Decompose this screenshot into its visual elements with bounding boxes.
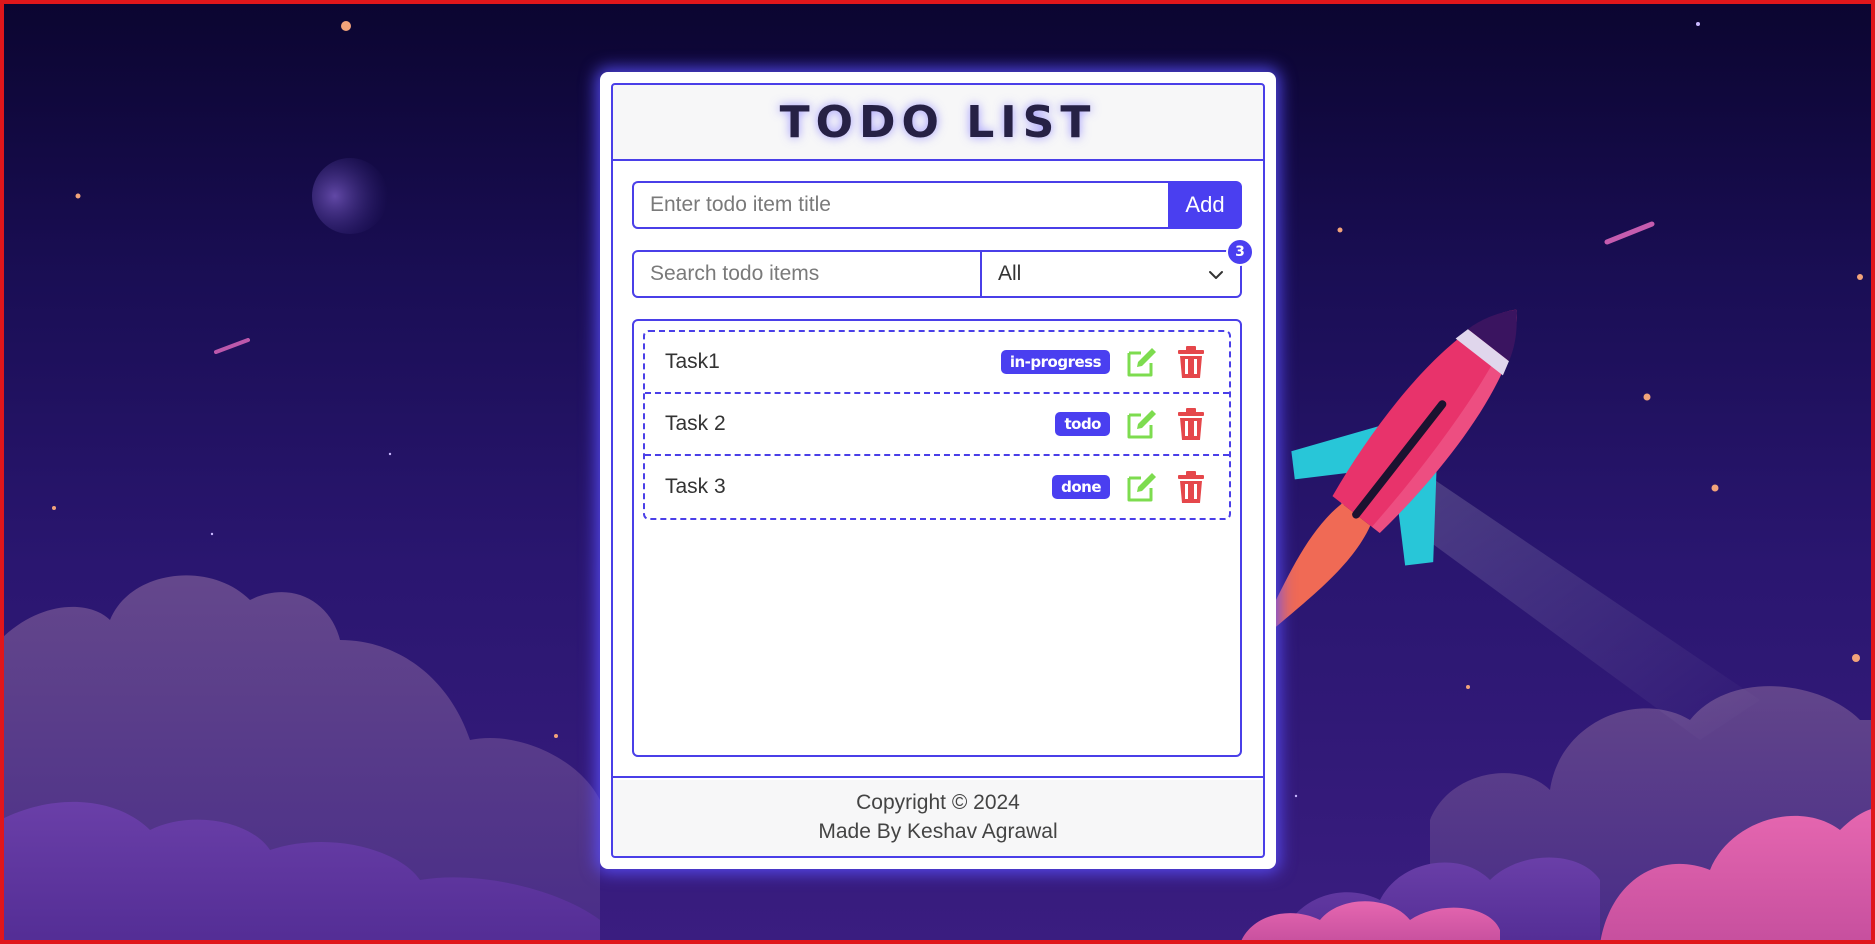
todo-item-title: Task 2 <box>665 412 726 435</box>
add-todo-form: Add <box>632 181 1242 229</box>
status-filter-value: All <box>998 262 1022 285</box>
trash-icon[interactable] <box>1173 469 1209 505</box>
todo-item-title: Task 3 <box>665 475 726 498</box>
todo-item: Task 2 todo <box>645 394 1229 456</box>
edit-icon[interactable] <box>1124 469 1160 505</box>
app-title: TODO LIST <box>779 96 1097 148</box>
todo-count-badge: 3 <box>1226 238 1254 266</box>
author-text: Made By Keshav Agrawal <box>818 820 1058 843</box>
todo-title-input[interactable] <box>632 181 1168 229</box>
todo-item: Task1 in-progress <box>645 332 1229 394</box>
trash-icon[interactable] <box>1173 344 1209 380</box>
todo-app-card: TODO LIST Add All 3 <box>600 72 1276 869</box>
copyright-text: Copyright © 2024 <box>856 791 1020 814</box>
filter-bar: All 3 <box>632 238 1254 298</box>
todo-app-container: TODO LIST Add All 3 <box>611 83 1265 858</box>
status-filter-select[interactable]: All <box>982 252 1240 296</box>
status-badge: todo <box>1055 412 1110 436</box>
todo-list: Task1 in-progress Task 2 todo Task 3 don… <box>643 330 1231 520</box>
app-footer: Copyright © 2024 Made By Keshav Agrawal <box>613 776 1263 856</box>
app-header: TODO LIST <box>613 85 1263 161</box>
app-body: Add All 3 Task1 in <box>613 161 1263 780</box>
chevron-down-icon <box>1208 262 1224 286</box>
status-badge: in-progress <box>1000 350 1110 374</box>
trash-icon[interactable] <box>1173 406 1209 442</box>
todo-item: Task 3 done <box>645 456 1229 518</box>
search-input[interactable] <box>634 252 982 296</box>
todo-list-panel: Task1 in-progress Task 2 todo Task 3 don… <box>632 319 1242 757</box>
status-badge: done <box>1052 475 1110 499</box>
add-button[interactable]: Add <box>1168 181 1242 229</box>
edit-icon[interactable] <box>1124 344 1160 380</box>
todo-item-title: Task1 <box>665 350 720 373</box>
edit-icon[interactable] <box>1124 406 1160 442</box>
